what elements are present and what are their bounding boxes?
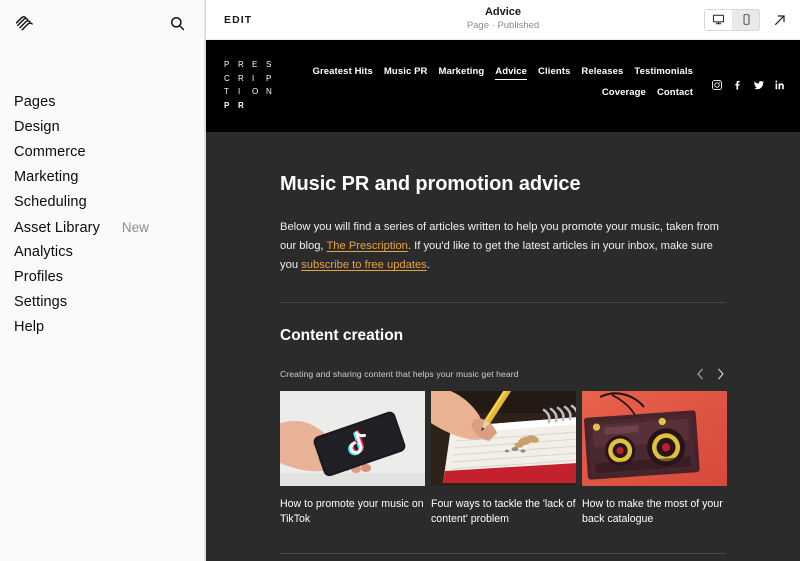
the-prescription-link[interactable]: The Prescription <box>326 240 407 252</box>
sidebar-header <box>0 0 204 46</box>
squarespace-editor: Pages Design Commerce Marketing Scheduli… <box>0 0 800 561</box>
logo-letter: C <box>224 73 230 83</box>
intro-text-part3: . <box>426 259 430 271</box>
nav-item-coverage[interactable]: Coverage <box>602 87 646 98</box>
hero-heading: Music PR and promotion advice <box>280 173 581 195</box>
logo-letter: P <box>224 100 230 110</box>
logo-row: T I O N <box>224 85 282 99</box>
logo-row: P R E S <box>224 58 282 72</box>
logo-letter: E <box>252 60 258 69</box>
device-toggle <box>704 8 760 31</box>
sidebar-item-label: Help <box>14 319 45 335</box>
logo-letter: S <box>266 60 272 69</box>
facebook-icon[interactable] <box>732 79 744 91</box>
sidebar: Pages Design Commerce Marketing Scheduli… <box>0 0 205 561</box>
subscribe-link[interactable]: subscribe to free updates <box>301 259 427 271</box>
logo-letter: R <box>238 73 244 83</box>
site-logo[interactable]: P R E S C R I P T I O N P R <box>220 56 282 112</box>
article-card[interactable]: How to make the most of your back catalo… <box>582 390 727 527</box>
mobile-icon <box>740 13 753 26</box>
sidebar-item-asset-library[interactable]: Asset Library New <box>0 215 204 240</box>
sidebar-item-label: Marketing <box>14 169 79 185</box>
section-subtitle: Creating and sharing content that helps … <box>280 368 519 379</box>
logo-letter: R <box>238 60 244 69</box>
cassette-tape-red-background-image <box>582 390 727 486</box>
external-link-icon[interactable] <box>772 12 788 28</box>
logo-row: P R <box>224 99 282 113</box>
logo-letter: P <box>224 60 230 69</box>
divider <box>280 302 726 303</box>
sidebar-item-label: Pages <box>14 94 56 110</box>
logo-letter: I <box>252 73 255 83</box>
intro-paragraph: Below you will find a series of articles… <box>280 218 726 275</box>
editor-toolbar: EDIT Advice Page · Published <box>206 0 800 40</box>
logo-letter: P <box>266 73 272 83</box>
article-title: How to make the most of your back catalo… <box>582 497 723 525</box>
page-content: Music PR and promotion advice Below you … <box>206 132 800 561</box>
site-preview-pane: EDIT Advice Page · Published P R E S C R… <box>205 0 800 561</box>
hand-writing-notebook-pencil-image <box>431 390 576 486</box>
editor-toolbar-right <box>704 8 788 31</box>
sidebar-item-label: Profiles <box>14 269 64 285</box>
article-carousel: How to promote your music on TikTok Four… <box>280 390 727 527</box>
article-card[interactable]: Four ways to tackle the 'lack of content… <box>431 390 576 527</box>
section-subheader: Creating and sharing content that helps … <box>280 367 726 381</box>
sidebar-nav: Pages Design Commerce Marketing Scheduli… <box>0 46 204 340</box>
nav-item-contact[interactable]: Contact <box>657 87 693 98</box>
sidebar-item-pages[interactable]: Pages <box>0 90 204 115</box>
page-status: Page · Published <box>466 20 540 32</box>
logo-letter: N <box>266 87 272 96</box>
sidebar-item-scheduling[interactable]: Scheduling <box>0 190 204 215</box>
hand-holding-phone-tiktok-image <box>280 390 425 486</box>
social-links <box>711 56 786 91</box>
page-title: Advice <box>484 5 522 18</box>
sidebar-item-settings[interactable]: Settings <box>0 290 204 315</box>
sidebar-item-label: Design <box>14 119 60 135</box>
nav-item-testimonials[interactable]: Testimonials <box>634 66 693 80</box>
nav-item-releases[interactable]: Releases <box>581 66 623 80</box>
desktop-icon <box>712 13 725 26</box>
content-wrapper: Music PR and promotion advice Below you … <box>280 132 727 554</box>
logo-letter: O <box>252 87 259 96</box>
twitter-icon[interactable] <box>753 79 765 91</box>
sidebar-item-profiles[interactable]: Profiles <box>0 265 204 290</box>
desktop-view-button[interactable] <box>705 9 732 30</box>
nav-item-greatest-hits[interactable]: Greatest Hits <box>312 66 372 80</box>
nav-item-clients[interactable]: Clients <box>538 66 570 80</box>
linkedin-icon[interactable] <box>774 79 786 91</box>
carousel-controls <box>695 367 726 381</box>
nav-item-advice[interactable]: Advice <box>495 66 528 80</box>
search-icon[interactable] <box>169 15 186 32</box>
article-title: Four ways to tackle the 'lack of content… <box>431 497 576 525</box>
site-header: P R E S C R I P T I O N P R Greatest Hit… <box>206 40 800 132</box>
section-heading: Content creation <box>280 327 404 344</box>
sidebar-item-design[interactable]: Design <box>0 115 204 140</box>
sidebar-item-label: Asset Library <box>14 220 100 236</box>
mobile-view-button[interactable] <box>732 9 759 30</box>
new-badge: New <box>121 220 149 235</box>
sidebar-item-label: Analytics <box>14 244 73 260</box>
logo-letter: R <box>238 100 244 110</box>
sidebar-item-marketing[interactable]: Marketing <box>0 165 204 190</box>
edit-button[interactable]: EDIT <box>224 14 252 26</box>
divider-bottom <box>280 552 726 554</box>
article-title: How to promote your music on TikTok <box>280 497 424 525</box>
sidebar-item-commerce[interactable]: Commerce <box>0 140 204 165</box>
sidebar-item-help[interactable]: Help <box>0 315 204 340</box>
chevron-left-icon[interactable] <box>695 367 706 381</box>
logo-row: C R I P <box>224 72 282 86</box>
chevron-right-icon[interactable] <box>715 367 726 381</box>
sidebar-item-label: Scheduling <box>14 194 87 210</box>
squarespace-logo[interactable] <box>14 12 36 34</box>
nav-item-music-pr[interactable]: Music PR <box>384 66 428 80</box>
nav-item-marketing[interactable]: Marketing <box>438 66 484 80</box>
sidebar-item-label: Commerce <box>14 144 86 160</box>
article-card[interactable]: How to promote your music on TikTok <box>280 390 425 527</box>
logo-letter: T <box>224 87 230 96</box>
site-nav: Greatest Hits Music PR Marketing Advice … <box>300 56 697 105</box>
instagram-icon[interactable] <box>711 79 723 91</box>
sidebar-item-analytics[interactable]: Analytics <box>0 240 204 265</box>
sidebar-item-label: Settings <box>14 294 68 310</box>
logo-letter: I <box>238 87 241 96</box>
